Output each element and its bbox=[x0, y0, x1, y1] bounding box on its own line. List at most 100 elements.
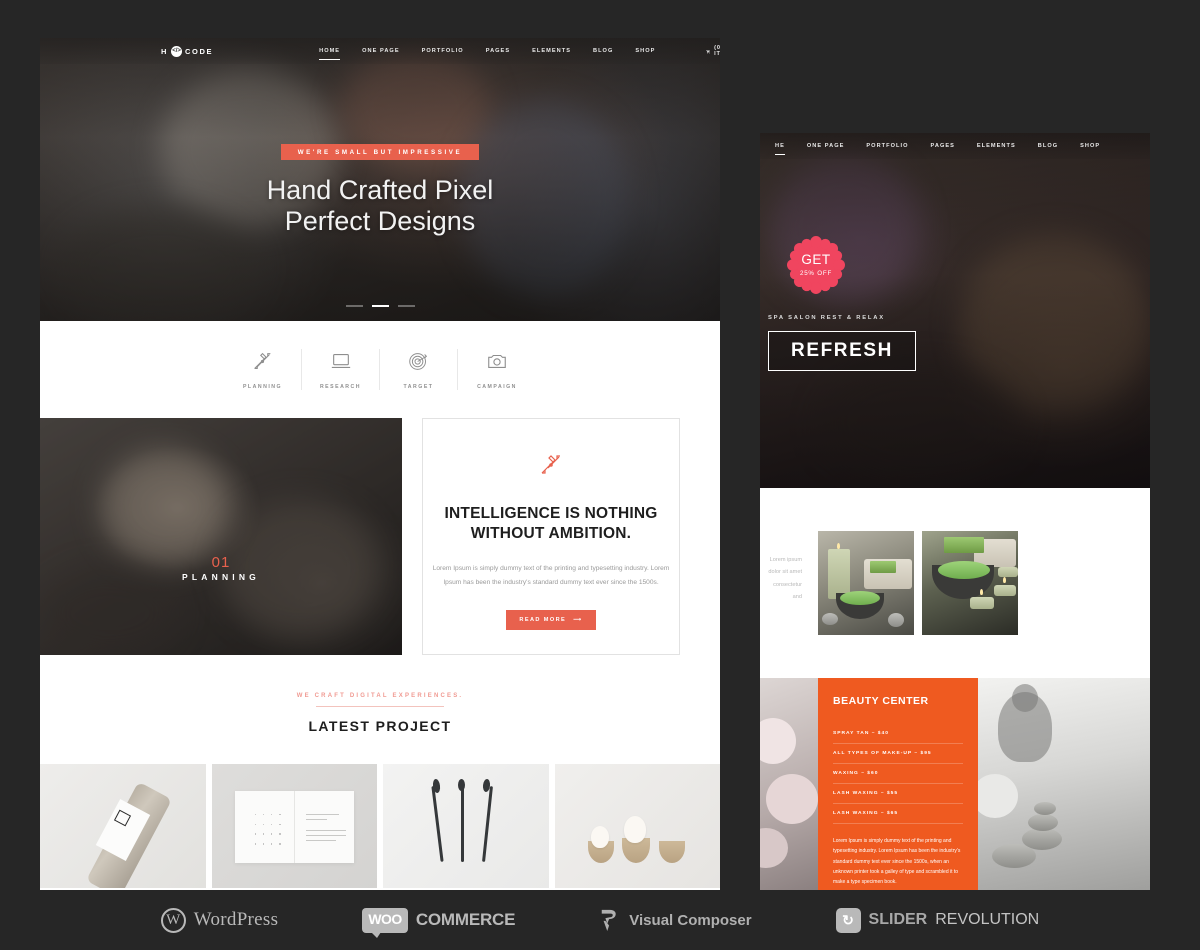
feature-heading-line2: WITHOUT AMBITION. bbox=[470, 525, 632, 543]
discount-badge-title: GET bbox=[801, 252, 831, 268]
camera-icon bbox=[486, 349, 508, 373]
discount-badge[interactable]: GET 25% OFF bbox=[787, 236, 845, 294]
hero-section: H </> CODE HOME ONE PAGE PORTFOLIO PAGES… bbox=[40, 38, 720, 321]
nav-item-home[interactable]: HOME bbox=[308, 48, 351, 61]
read-more-label: READ MORE bbox=[519, 616, 567, 623]
service-label: RESEARCH bbox=[319, 384, 362, 390]
spa-hero-title-box: REFRESH bbox=[768, 331, 916, 371]
target-icon bbox=[408, 349, 429, 373]
feature-image-planning[interactable]: 01 PLANNING bbox=[40, 418, 402, 655]
logo-code-badge-icon: </> bbox=[171, 45, 183, 57]
slider-revolution-label-light: REVOLUTION bbox=[935, 911, 1040, 928]
spa-gallery-section: Lorem ipsum dolor sit amet consectetur a… bbox=[760, 488, 1150, 678]
nav-item-blog[interactable]: BLOG bbox=[1027, 143, 1069, 149]
nav-item-shop[interactable]: SHOP bbox=[1069, 143, 1111, 149]
nav-item-pages[interactable]: PAGES bbox=[475, 48, 521, 54]
laptop-icon bbox=[330, 349, 352, 373]
woocommerce-label: COMMERCE bbox=[415, 910, 516, 929]
feature-heading-line1: INTELLIGENCE IS NOTHING bbox=[444, 505, 658, 522]
nav-item-blog[interactable]: BLOG bbox=[582, 48, 624, 54]
nav-item-shop[interactable]: SHOP bbox=[624, 48, 666, 54]
logo-slider-revolution: ↻ SLIDER REVOLUTION bbox=[835, 907, 1040, 933]
feature-paragraph: Lorem Ipsum is simply dummy text of the … bbox=[432, 565, 670, 587]
cart-icon bbox=[706, 49, 711, 53]
nav-item-elements[interactable]: ELEMENTS bbox=[521, 48, 582, 54]
logo-text-first: H bbox=[161, 46, 169, 56]
nav-item-one-page[interactable]: ONE PAGE bbox=[796, 143, 856, 149]
spa-candle-salt-image[interactable] bbox=[818, 531, 914, 635]
spa-hero-title: REFRESH bbox=[791, 340, 893, 361]
logo-text-last: CODE bbox=[185, 46, 214, 56]
logo-wordpress: W WordPress bbox=[160, 907, 279, 933]
service-label: TARGET bbox=[403, 384, 434, 390]
service-research[interactable]: RESEARCH bbox=[302, 349, 380, 390]
hero-heading-line1: Hand Crafted Pixel bbox=[266, 175, 494, 205]
crossed-tools-icon bbox=[252, 349, 273, 373]
service-target[interactable]: TARGET bbox=[380, 349, 458, 390]
service-campaign[interactable]: CAMPAIGN bbox=[458, 349, 536, 390]
services-row: PLANNING RESEARCH TARGET CAMPAIGN bbox=[40, 321, 720, 418]
nav-item-one-page[interactable]: ONE PAGE bbox=[351, 48, 411, 54]
service-label: CAMPAIGN bbox=[477, 384, 517, 390]
cart-button[interactable]: (0) ITEM bbox=[706, 45, 720, 57]
portfolio-item-wooden-bowls[interactable] bbox=[554, 764, 720, 888]
flowers-image bbox=[760, 678, 818, 890]
beauty-center-paragraph: Lorem Ipsum is simply dummy text of the … bbox=[833, 838, 961, 885]
nav-item-home[interactable]: HE bbox=[764, 143, 796, 156]
service-planning[interactable]: PLANNING bbox=[224, 349, 302, 390]
feature-heading: INTELLIGENCE IS NOTHING WITHOUT AMBITION… bbox=[445, 504, 658, 544]
feature-caption-label: PLANNING bbox=[182, 572, 260, 582]
beauty-center-row: BEAUTY CENTER SPRAY TAN – $40 ALL TYPES … bbox=[760, 678, 1150, 890]
slider-pagination bbox=[40, 305, 720, 307]
price-list-item: LASH WAXING – $55 bbox=[833, 784, 963, 804]
latest-project-title: LATEST PROJECT bbox=[308, 718, 452, 734]
hero-heading: Hand Crafted Pixel Perfect Designs bbox=[267, 175, 494, 236]
nav-item-pages[interactable]: PAGES bbox=[919, 143, 965, 149]
divider bbox=[316, 706, 444, 707]
visual-composer-label: Visual Composer bbox=[629, 911, 752, 929]
hero-tagline-pill: WE'RE SMALL BUT IMPRESSIVE bbox=[280, 144, 480, 160]
visual-composer-icon bbox=[602, 909, 617, 931]
slider-dot-3[interactable] bbox=[397, 305, 415, 307]
nav-utilities: (0) ITEM bbox=[706, 45, 720, 57]
latest-project-subtitle: WE CRAFT DIGITAL EXPERIENCES. bbox=[296, 693, 464, 699]
spa-hero-section: HE ONE PAGE PORTFOLIO PAGES ELEMENTS BLO… bbox=[760, 133, 1150, 488]
slider-dot-1[interactable] bbox=[345, 305, 363, 307]
logo-visual-composer: Visual Composer bbox=[599, 908, 752, 932]
portfolio-item-open-book[interactable] bbox=[211, 764, 377, 888]
price-list-item: LASH WAXING – $65 bbox=[833, 804, 963, 824]
buddha-stones-image bbox=[978, 678, 1150, 890]
read-more-button[interactable]: READ MORE ⟶ bbox=[506, 609, 596, 630]
arrow-right-icon: ⟶ bbox=[573, 616, 583, 623]
feature-section: 01 PLANNING INTELLIGENCE IS NOTHING WITH… bbox=[40, 418, 720, 655]
nav-item-portfolio[interactable]: PORTFOLIO bbox=[855, 143, 919, 149]
portfolio-item-poster-tube[interactable] bbox=[40, 764, 206, 888]
beauty-center-title: BEAUTY CENTER bbox=[833, 695, 929, 707]
price-list-item: WAXING – $60 bbox=[833, 764, 963, 784]
feature-card: INTELLIGENCE IS NOTHING WITHOUT AMBITION… bbox=[422, 418, 680, 655]
feature-image-caption: 01 PLANNING bbox=[40, 554, 402, 582]
main-navigation: H </> CODE HOME ONE PAGE PORTFOLIO PAGES… bbox=[40, 38, 720, 64]
portfolio-grid bbox=[40, 764, 720, 888]
spa-primary-menu: HE ONE PAGE PORTFOLIO PAGES ELEMENTS BLO… bbox=[764, 143, 1111, 156]
service-label: PLANNING bbox=[242, 384, 283, 390]
slider-dot-2[interactable] bbox=[371, 305, 389, 307]
latest-project-section: WE CRAFT DIGITAL EXPERIENCES. LATEST PRO… bbox=[40, 655, 720, 734]
discount-badge-subtitle: 25% OFF bbox=[799, 269, 833, 277]
price-list-item: SPRAY TAN – $40 bbox=[833, 724, 963, 744]
crossed-tools-icon bbox=[539, 453, 563, 482]
price-list-item: ALL TYPES OF MAKE-UP – $95 bbox=[833, 744, 963, 764]
logo-woocommerce: WOO COMMERCE bbox=[362, 907, 516, 938]
wordpress-label: WordPress bbox=[193, 909, 279, 930]
wordpress-icon: W bbox=[160, 907, 186, 933]
partner-logos-bar: W WordPress WOO COMMERCE Visual Composer… bbox=[0, 890, 1200, 950]
spa-hero-subtitle: SPA SALON REST & RELAX bbox=[768, 315, 885, 321]
nav-item-elements[interactable]: ELEMENTS bbox=[966, 143, 1027, 149]
woocommerce-icon: WOO bbox=[362, 907, 408, 938]
portfolio-item-cutlery[interactable] bbox=[383, 764, 549, 888]
site-logo[interactable]: H </> CODE bbox=[161, 45, 214, 57]
nav-item-portfolio[interactable]: PORTFOLIO bbox=[411, 48, 475, 54]
cart-count-label: (0) ITEM bbox=[714, 45, 720, 57]
spa-navigation: HE ONE PAGE PORTFOLIO PAGES ELEMENTS BLO… bbox=[760, 133, 1150, 159]
spa-salt-candles-image[interactable] bbox=[922, 531, 1018, 635]
